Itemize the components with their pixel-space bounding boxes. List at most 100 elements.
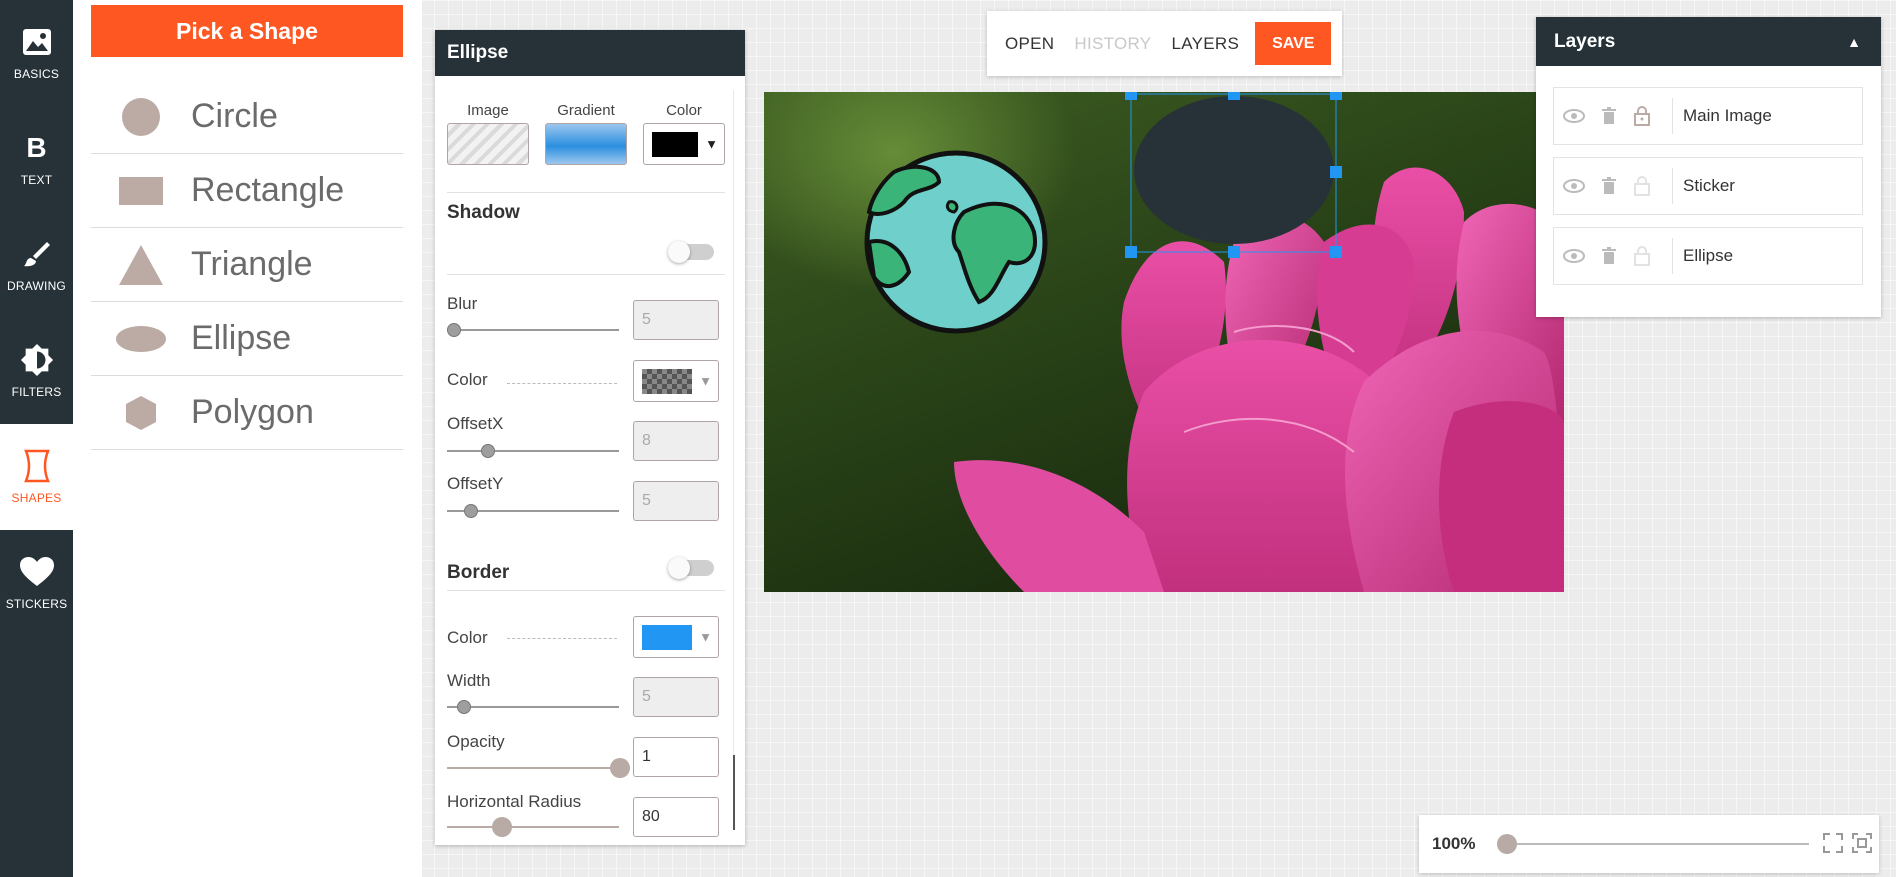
nav-drawing-label: DRAWING [7, 279, 66, 293]
globe-sticker[interactable] [864, 150, 1048, 334]
zoom-value: 100% [1432, 834, 1476, 853]
history-button[interactable]: HISTORY [1064, 34, 1161, 54]
fill-color-picker[interactable]: ▼ [643, 123, 725, 165]
layer-name: Ellipse [1672, 238, 1733, 274]
fill-options: Image Gradient Color ▼ [447, 102, 725, 165]
shadow-offsetx-input[interactable]: 8 [633, 421, 719, 461]
layer-item-ellipse[interactable]: Ellipse [1553, 227, 1863, 285]
shape-item-label: Ellipse [191, 319, 292, 357]
nav-basics-label: BASICS [13, 67, 60, 81]
slider-knob[interactable] [481, 444, 495, 458]
shape-item-label: Circle [191, 97, 278, 135]
layer-name: Main Image [1672, 98, 1772, 134]
lock-icon[interactable] [1624, 106, 1660, 126]
shape-list: Circle Rectangle Triangle Ellipse Polygo… [91, 80, 403, 450]
opacity-input[interactable]: 1 [633, 737, 719, 777]
nav-drawing[interactable]: DRAWING [0, 212, 73, 318]
panel-title: Ellipse [435, 30, 745, 76]
zoom-slider[interactable] [1504, 843, 1809, 845]
shadow-toggle[interactable] [668, 241, 714, 263]
border-width-slider[interactable] [447, 700, 619, 714]
eye-icon[interactable] [1554, 249, 1594, 263]
nav-filters-label: FILTERS [11, 385, 62, 399]
trash-icon[interactable] [1594, 107, 1624, 125]
editor-canvas[interactable] [764, 92, 1564, 592]
unlock-icon[interactable] [1624, 176, 1660, 196]
shadow-blur-input[interactable]: 5 [633, 300, 719, 340]
shadow-color-picker[interactable]: ▼ [633, 360, 719, 402]
horizontal-radius-input[interactable]: 80 [633, 797, 719, 837]
trash-icon[interactable] [1594, 247, 1624, 265]
horizontal-radius-slider[interactable] [447, 817, 619, 837]
border-color-preview [642, 625, 692, 650]
shadow-offsety-input[interactable]: 5 [633, 481, 719, 521]
shape-item-circle[interactable]: Circle [91, 80, 403, 154]
layers-button[interactable]: LAYERS [1161, 34, 1249, 54]
ellipse-icon [91, 325, 191, 353]
shape-item-label: Polygon [191, 393, 314, 431]
fill-image-swatch[interactable] [447, 123, 529, 165]
chevron-up-icon[interactable]: ▲ [1847, 34, 1861, 50]
zoom-bar: 100% [1419, 815, 1879, 873]
caret-down-icon: ▼ [699, 373, 712, 389]
opacity-slider[interactable] [447, 758, 630, 778]
divider [447, 192, 725, 193]
eye-icon[interactable] [1554, 179, 1594, 193]
fill-gradient-option: Gradient [545, 102, 627, 165]
pick-a-shape-button[interactable]: Pick a Shape [91, 5, 403, 57]
nav-shapes[interactable]: SHAPES [0, 424, 73, 530]
open-button[interactable]: OPEN [995, 34, 1064, 54]
panel-scrollbar[interactable] [733, 755, 735, 830]
nav-stickers[interactable]: STICKERS [0, 530, 73, 636]
fill-gradient-swatch[interactable] [545, 123, 627, 165]
layer-item-sticker[interactable]: Sticker [1553, 157, 1863, 215]
shape-item-triangle[interactable]: Triangle [91, 228, 403, 302]
zoom-slider-knob[interactable] [1497, 834, 1517, 854]
unlock-icon[interactable] [1624, 246, 1660, 266]
save-button[interactable]: SAVE [1255, 22, 1332, 65]
dotted-leader [507, 638, 617, 639]
nav-basics[interactable]: BASICS [0, 0, 73, 106]
fill-color-label: Color [666, 102, 702, 119]
shadow-blur-label: Blur [447, 294, 478, 313]
slider-knob[interactable] [610, 758, 630, 778]
divider [447, 590, 725, 591]
border-color-picker[interactable]: ▼ [633, 616, 719, 658]
shadow-blur-slider[interactable] [447, 323, 619, 337]
nav-text[interactable]: B TEXT [0, 106, 73, 212]
canvas-artwork [864, 92, 1564, 592]
shape-item-rectangle[interactable]: Rectangle [91, 154, 403, 228]
triangle-icon [91, 244, 191, 286]
nav-shapes-label: SHAPES [11, 491, 62, 505]
layers-panel: Layers ▲ Main Image Sticker Ellipse [1536, 17, 1881, 317]
nav-filters[interactable]: FILTERS [0, 318, 73, 424]
border-width-input[interactable]: 5 [633, 677, 719, 717]
shape-item-polygon[interactable]: Polygon [91, 376, 403, 450]
shape-item-ellipse[interactable]: Ellipse [91, 302, 403, 376]
shadow-offsety-label: OffsetY [447, 474, 504, 493]
fill-image-label: Image [467, 102, 509, 119]
layer-name: Sticker [1672, 168, 1735, 204]
border-toggle[interactable] [668, 557, 714, 579]
shadow-offsetx-slider[interactable] [447, 444, 619, 458]
shadow-offsety-slider[interactable] [447, 504, 619, 518]
slider-knob[interactable] [457, 700, 471, 714]
fit-screen-icon[interactable] [1822, 832, 1844, 854]
trash-icon[interactable] [1594, 177, 1624, 195]
left-nav: BASICS B TEXT DRAWING FILTERS SHAPES STI… [0, 0, 73, 877]
layer-item-main-image[interactable]: Main Image [1553, 87, 1863, 145]
slider-knob[interactable] [464, 504, 478, 518]
nav-text-label: TEXT [20, 173, 53, 187]
opacity-label: Opacity [447, 732, 505, 751]
slider-knob[interactable] [492, 817, 512, 837]
fullscreen-icon[interactable] [1851, 832, 1873, 854]
divider [447, 274, 725, 275]
bold-b-icon: B [26, 132, 47, 163]
shadow-offsetx-label: OffsetX [447, 414, 504, 433]
circle-icon [91, 97, 191, 137]
caret-down-icon: ▼ [699, 629, 712, 645]
brush-icon [20, 237, 54, 271]
border-width-label: Width [447, 671, 491, 690]
slider-knob[interactable] [447, 323, 461, 337]
eye-icon[interactable] [1554, 109, 1594, 123]
